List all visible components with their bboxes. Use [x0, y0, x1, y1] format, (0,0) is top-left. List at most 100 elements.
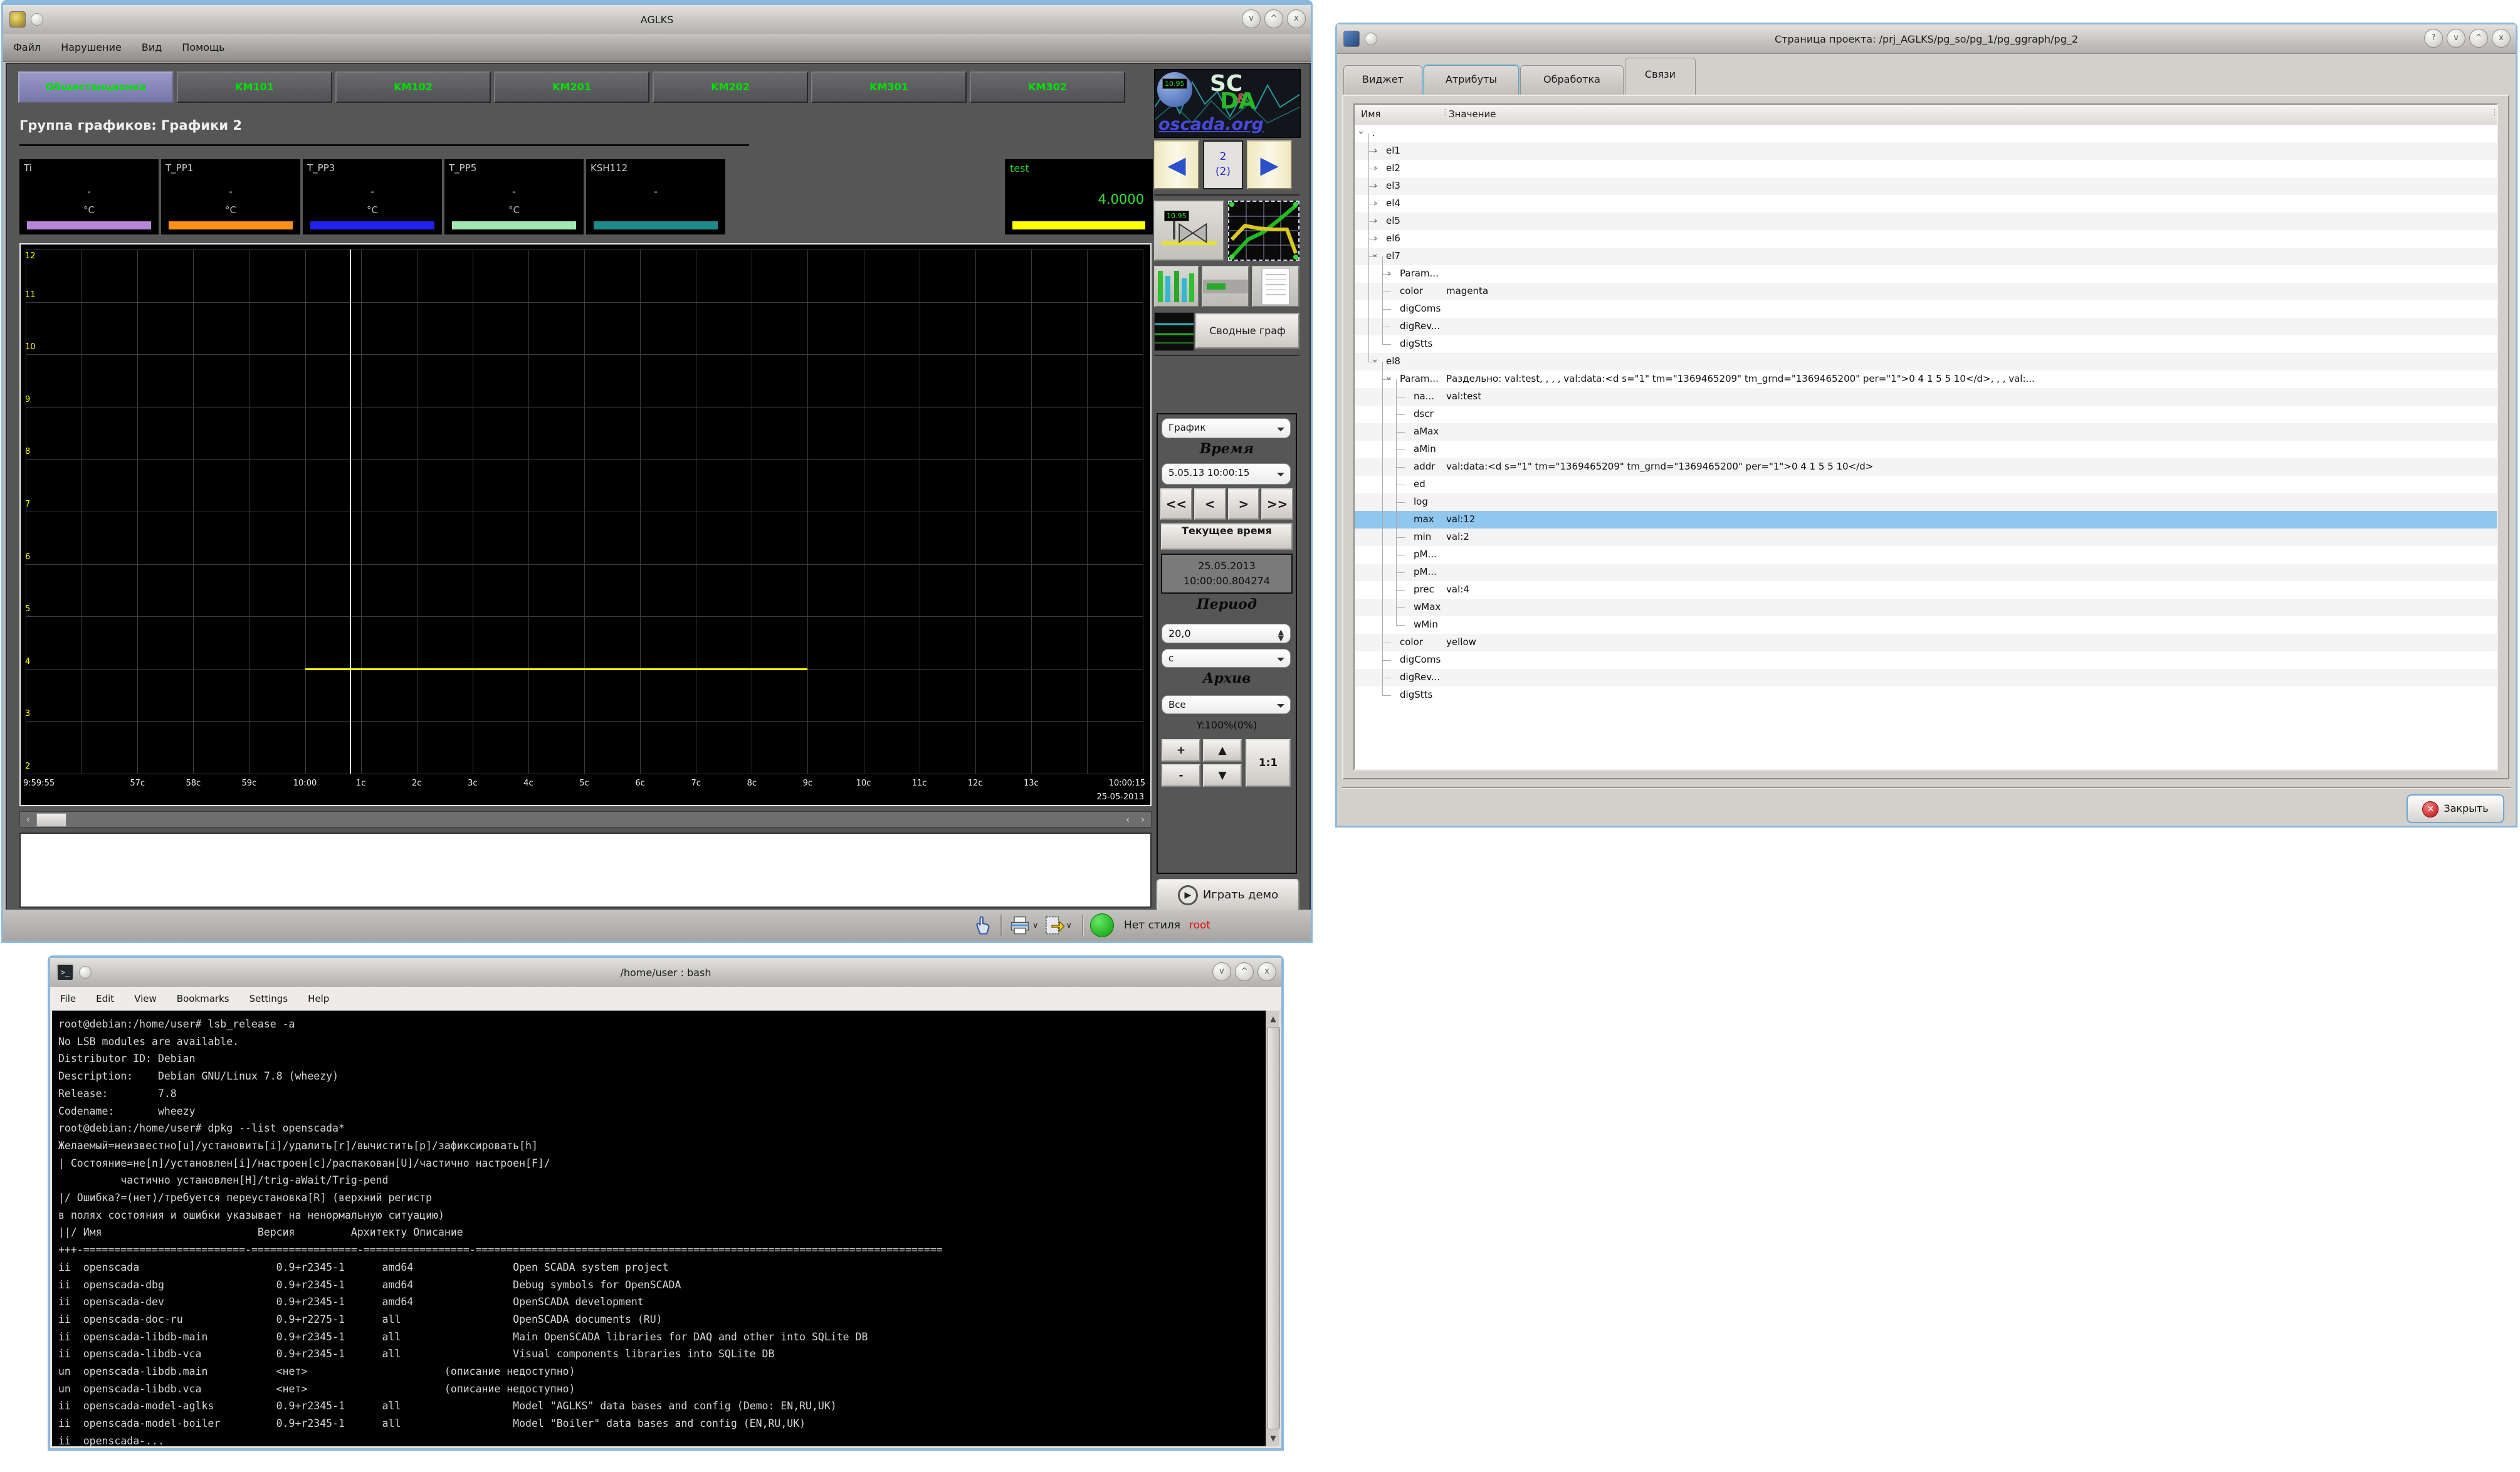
time-step-button->[interactable]: > [1228, 488, 1260, 520]
tree-row-ed[interactable]: ed [1355, 476, 2497, 493]
chart-time-cursor[interactable] [350, 250, 351, 774]
menu-item-Settings[interactable]: Settings [239, 987, 298, 1011]
menu-item-Помощь[interactable]: Помощь [172, 34, 234, 61]
time-select[interactable]: 5.05.13 10:00:15 [1162, 463, 1291, 485]
dialog-close-button[interactable]: x [2492, 29, 2511, 48]
scroll-left-icon[interactable]: ‹ [1121, 812, 1135, 827]
summary-graph-thumbnail[interactable] [1154, 312, 1194, 351]
scroll-left-icon[interactable]: ‹ [21, 812, 35, 827]
tab-KM301[interactable]: KM301 [811, 71, 967, 103]
current-user-text[interactable]: root [1189, 919, 1210, 932]
aglks-maximize-button[interactable]: ^ [1264, 9, 1283, 28]
tree-row-digComs[interactable]: digComs [1355, 300, 2497, 318]
chart-horizontal-scrollbar[interactable]: ‹ ‹ › [19, 811, 1152, 828]
tree-row-min[interactable]: minval:2 [1355, 528, 2497, 546]
dialog-maximize-button[interactable]: ^ [2469, 29, 2488, 48]
hand-cursor-icon[interactable] [972, 914, 994, 937]
tree-row-digStts[interactable]: digStts [1355, 335, 2497, 353]
tree-row-addr[interactable]: addrval:data:<d s="1" tm="1369465209" tm… [1355, 458, 2497, 476]
time-step-button->>[interactable]: >> [1261, 488, 1293, 520]
collapse-arrow-icon[interactable]: › [1383, 376, 1395, 380]
tree-row-digComs[interactable]: digComs [1355, 651, 2497, 669]
prev-page-button[interactable]: ◀ [1154, 140, 1199, 189]
chart-scrollbar-thumb[interactable] [36, 813, 66, 827]
expand-arrow-icon[interactable]: › [1373, 214, 1377, 226]
current-time-button[interactable]: Текущее время [1161, 523, 1293, 550]
tree-row-wMin[interactable]: wMin [1355, 616, 2497, 634]
terminal-maximize-button[interactable]: ^ [1235, 962, 1254, 981]
terminal-close-button[interactable]: x [1257, 962, 1276, 981]
scroll-down-button[interactable]: ▼ [1203, 764, 1242, 787]
expand-arrow-icon[interactable]: › [1373, 162, 1377, 174]
menu-item-Нарушение[interactable]: Нарушение [51, 34, 132, 61]
scroll-right-icon[interactable]: › [1136, 812, 1150, 827]
tree-row-el7[interactable]: ›el7 [1355, 248, 2497, 265]
expand-arrow-icon[interactable]: › [1373, 197, 1377, 209]
tree-row-Param...[interactable]: ›Param...Раздельно: val:test, , , , val:… [1355, 371, 2497, 388]
menu-item-Bookmarks[interactable]: Bookmarks [167, 987, 239, 1011]
tree-row-log[interactable]: log [1355, 493, 2497, 511]
tab-Виджет[interactable]: Виджет [1343, 65, 1422, 95]
menu-item-Help[interactable]: Help [298, 987, 339, 1011]
expand-arrow-icon[interactable]: › [1373, 144, 1377, 156]
tab-Связи[interactable]: Связи [1625, 58, 1696, 95]
zoom-in-button[interactable]: + [1162, 739, 1200, 762]
dialog-minimize-button[interactable]: v [2447, 29, 2465, 48]
column-header-name[interactable]: Имя [1361, 108, 1381, 120]
print-dropdown-icon[interactable]: ∨ [1032, 921, 1039, 930]
period-spinbox[interactable]: 20,0 ▲▼ [1162, 624, 1291, 643]
time-step-button-<[interactable]: < [1194, 488, 1226, 520]
next-page-button[interactable]: ▶ [1247, 140, 1292, 189]
archive-select[interactable]: Все [1162, 695, 1291, 714]
dialog-titlebar[interactable]: Страница проекта: /prj_AGLKS/pg_so/pg_1/… [1337, 24, 2516, 54]
tab-KM102[interactable]: KM102 [335, 71, 491, 103]
scroll-up-icon[interactable]: ▲ [1266, 1012, 1280, 1026]
tab-Общестанционка[interactable]: Общестанционка [18, 71, 174, 103]
collapse-arrow-icon[interactable]: › [1356, 130, 1368, 134]
aglks-minimize-button[interactable]: v [1242, 9, 1261, 28]
tree-row-max[interactable]: maxval:12 [1355, 511, 2497, 528]
column-grip-icon[interactable]: ⋮ [1441, 108, 1444, 120]
trend-view-button-selected[interactable] [1228, 201, 1299, 261]
print-icon[interactable] [1009, 914, 1031, 937]
tab-KM202[interactable]: KM202 [653, 71, 808, 103]
tree-row-.[interactable]: ›. [1355, 125, 2497, 142]
tree-row-dscr[interactable]: dscr [1355, 406, 2497, 423]
tree-row-aMax[interactable]: aMax [1355, 423, 2497, 441]
trend-chart[interactable]: 121110987654329:59:5557с58с59с10:001с2с3… [19, 243, 1152, 806]
export-icon[interactable] [1042, 914, 1065, 937]
one-to-one-button[interactable]: 1:1 [1246, 739, 1291, 787]
tree-row-el2[interactable]: ›el2 [1355, 160, 2497, 177]
panel-thumbnail-button[interactable] [1154, 266, 1199, 307]
tree-row-pM...[interactable]: pM... [1355, 564, 2497, 581]
tree-row-color[interactable]: colormagenta [1355, 283, 2497, 300]
collapse-arrow-icon[interactable]: › [1370, 359, 1382, 362]
menu-item-File[interactable]: File [50, 987, 86, 1011]
tree-row-el6[interactable]: ›el6 [1355, 230, 2497, 248]
tab-KM101[interactable]: KM101 [177, 71, 332, 103]
scroll-up-button[interactable]: ▲ [1203, 739, 1242, 762]
tree-row-aMin[interactable]: aMin [1355, 441, 2497, 458]
aglks-titlebar[interactable]: AGLKS v^x [3, 5, 1311, 34]
tab-KM201[interactable]: KM201 [494, 71, 649, 103]
summary-graph-button[interactable]: Сводные граф [1195, 313, 1299, 349]
tree-row-el8[interactable]: ›el8 [1355, 353, 2497, 371]
zoom-out-button[interactable]: - [1162, 764, 1200, 787]
export-dropdown-icon[interactable]: ∨ [1066, 921, 1073, 930]
tab-Обработка[interactable]: Обработка [1520, 65, 1624, 95]
tree-row-na...[interactable]: na...val:test [1355, 388, 2497, 406]
terminal-minimize-button[interactable]: v [1212, 962, 1231, 981]
expand-arrow-icon[interactable]: › [1373, 232, 1377, 244]
terminal-content[interactable]: root@debian:/home/user# lsb_release -aNo… [52, 1011, 1279, 1446]
tree-row-pM...[interactable]: pM... [1355, 546, 2497, 564]
tree-row-el3[interactable]: ›el3 [1355, 177, 2497, 195]
tree-row-el5[interactable]: ›el5 [1355, 213, 2497, 230]
expand-arrow-icon[interactable]: › [1373, 179, 1377, 191]
expand-arrow-icon[interactable]: › [1387, 267, 1391, 279]
terminal-titlebar[interactable]: >_ /home/user : bash v^x [50, 958, 1281, 987]
column-grip-icon[interactable]: ⋮ [2491, 108, 2493, 120]
terminal-scrollbar[interactable]: ▲ ▼ [1266, 1011, 1279, 1446]
dialog-help-button[interactable]: ? [2424, 29, 2443, 48]
tree-row-wMax[interactable]: wMax [1355, 599, 2497, 616]
mnemo-view-button[interactable]: 10.95 [1154, 201, 1224, 261]
